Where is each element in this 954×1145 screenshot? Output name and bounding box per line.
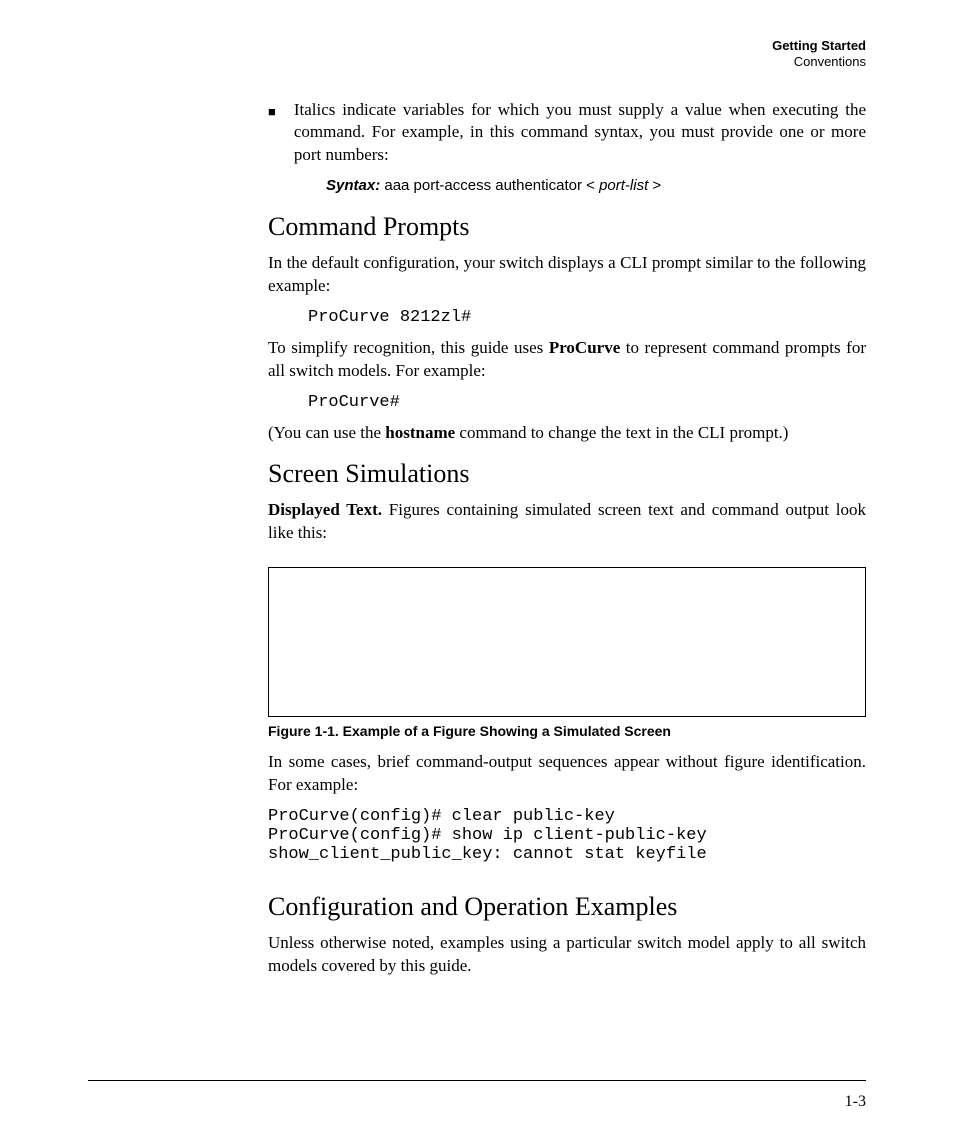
bullet-square-icon: ■	[268, 99, 276, 124]
screensim-lead: Displayed Text. Figures containing simul…	[268, 499, 866, 545]
cmdprompts-code2: ProCurve#	[308, 393, 866, 412]
cmdprompts-p3a: (You can use the	[268, 423, 385, 442]
footer-rule	[88, 1080, 866, 1081]
bullet-text: Italics indicate variables for which you…	[294, 99, 866, 168]
cmdprompts-p2a: To simplify recognition, this guide uses	[268, 338, 549, 357]
running-head: Getting Started Conventions	[88, 38, 866, 71]
syntax-tail: >	[648, 177, 661, 194]
heading-config-op: Configuration and Operation Examples	[268, 892, 866, 922]
main-content: ■ Italics indicate variables for which y…	[268, 99, 866, 978]
syntax-variable: port-list	[599, 177, 648, 194]
configop-p1: Unless otherwise noted, examples using a…	[268, 932, 866, 978]
cmdprompts-p3b: command to change the text in the CLI pr…	[455, 423, 788, 442]
cmdprompts-p1: In the default configuration, your switc…	[268, 252, 866, 298]
cmdprompts-p3-bold: hostname	[385, 423, 455, 442]
syntax-label: Syntax:	[326, 177, 380, 194]
cmdprompts-code1: ProCurve 8212zl#	[308, 308, 866, 327]
heading-screen-simulations: Screen Simulations	[268, 459, 866, 489]
running-head-chapter: Getting Started	[88, 38, 866, 54]
screensim-lead-bold: Displayed Text.	[268, 500, 382, 519]
screensim-p2: In some cases, brief command-output sequ…	[268, 751, 866, 797]
figure-box	[268, 567, 866, 717]
screensim-code: ProCurve(config)# clear public-key ProCu…	[268, 807, 866, 864]
cmdprompts-p2: To simplify recognition, this guide uses…	[268, 337, 866, 383]
running-head-section: Conventions	[88, 54, 866, 70]
page-number: 1-3	[845, 1093, 866, 1111]
syntax-command: aaa port-access authenticator <	[380, 177, 599, 194]
bullet-item: ■ Italics indicate variables for which y…	[268, 99, 866, 172]
figure-caption: Figure 1-1. Example of a Figure Showing …	[268, 723, 866, 739]
heading-command-prompts: Command Prompts	[268, 212, 866, 242]
syntax-line: Syntax: aaa port-access authenticator < …	[326, 177, 866, 194]
cmdprompts-p2-bold: ProCurve	[549, 338, 620, 357]
page: Getting Started Conventions ■ Italics in…	[0, 0, 954, 1145]
cmdprompts-p3: (You can use the hostname command to cha…	[268, 422, 866, 445]
